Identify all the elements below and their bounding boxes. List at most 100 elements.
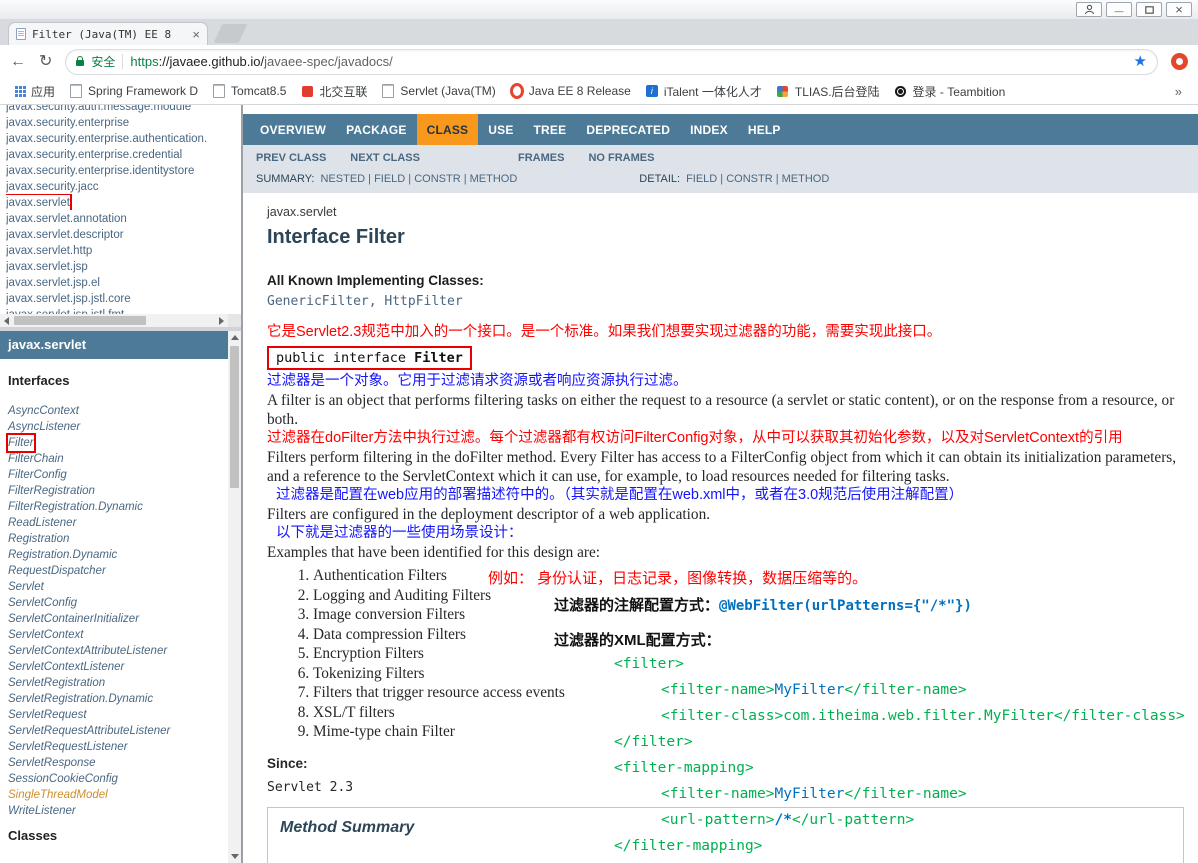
bookmark-item[interactable]: iTalent 一体化人才	[638, 80, 769, 103]
interface-link[interactable]: FilterRegistration	[8, 483, 95, 499]
interface-link[interactable]: ServletRequest	[8, 707, 87, 723]
interface-link[interactable]: ServletRequestListener	[8, 739, 128, 755]
xml-code-line: <filter>	[614, 656, 684, 672]
xml-code-line: <filter-name>MyFilter</filter-name>	[661, 786, 967, 802]
vertical-scrollbar[interactable]	[228, 331, 241, 863]
blue-annotation-3: 以下就是过滤器的一些使用场景设计：	[276, 525, 523, 541]
implementing-classes-links[interactable]: GenericFilter, HttpFilter	[267, 294, 1184, 309]
package-link[interactable]: javax.servlet.jsp.el	[6, 275, 100, 290]
interface-link[interactable]: ServletContextListener	[8, 659, 124, 675]
scroll-track[interactable]	[228, 344, 241, 850]
scroll-right-button[interactable]	[215, 314, 228, 327]
refresh-button[interactable]	[39, 54, 52, 70]
extension-button[interactable]	[1171, 53, 1188, 70]
interface-link[interactable]: SingleThreadModel	[8, 787, 108, 803]
interface-link[interactable]: Filter	[6, 433, 36, 453]
topnav-item[interactable]: INDEX	[680, 114, 738, 145]
package-link[interactable]: javax.servlet.annotation	[6, 211, 127, 226]
topnav-item[interactable]: HELP	[738, 114, 791, 145]
package-link[interactable]: javax.servlet.http	[6, 243, 92, 258]
interface-link[interactable]: ServletContext	[8, 627, 83, 643]
minimize-button[interactable]	[1106, 2, 1132, 17]
maximize-button[interactable]	[1136, 2, 1162, 17]
interface-link[interactable]: Registration	[8, 531, 69, 547]
bookmark-item[interactable]: Java EE 8 Release	[503, 80, 638, 103]
interface-link[interactable]: Registration.Dynamic	[8, 547, 117, 563]
package-link[interactable]: javax.security.enterprise.credential	[6, 147, 182, 162]
frames-link[interactable]: FRAMES	[518, 152, 564, 164]
horizontal-scrollbar[interactable]	[0, 314, 228, 327]
package-link[interactable]: javax.servlet.descriptor	[6, 227, 124, 242]
package-link[interactable]: javax.security.enterprise.authentication…	[6, 131, 207, 146]
topnav-item[interactable]: CLASS	[416, 114, 479, 145]
interface-link[interactable]: ServletRegistration.Dynamic	[8, 691, 153, 707]
interface-link[interactable]: AsyncListener	[8, 419, 80, 435]
back-button[interactable]	[10, 54, 26, 70]
package-link[interactable]: javax.servlet.jsp.jstl.core	[6, 291, 131, 306]
package-list: javax.security.auth.message.module javax…	[0, 105, 241, 322]
bookmark-item[interactable]: Spring Framework D	[62, 80, 205, 103]
new-tab-button[interactable]	[213, 24, 248, 43]
topnav-item[interactable]: USE	[478, 114, 523, 145]
bookmark-item[interactable]: 登录 - Teambition	[887, 80, 1013, 103]
scroll-thumb[interactable]	[230, 346, 239, 488]
frames-links: FRAMES NO FRAMES	[518, 152, 654, 164]
interface-link[interactable]: FilterRegistration.Dynamic	[8, 499, 143, 515]
package-row: javax.security.enterprise	[6, 114, 241, 130]
interface-link[interactable]: Servlet	[8, 579, 44, 595]
next-class-link[interactable]: NEXT CLASS	[350, 152, 420, 164]
interface-link[interactable]: ServletConfig	[8, 595, 77, 611]
scroll-thumb[interactable]	[14, 316, 146, 325]
interface-link[interactable]: FilterConfig	[8, 467, 67, 483]
interface-link[interactable]: RequestDispatcher	[8, 563, 106, 579]
scroll-left-button[interactable]	[0, 314, 13, 327]
prev-class-link[interactable]: PREV CLASS	[256, 152, 326, 164]
page-icon	[69, 84, 83, 98]
package-row: javax.servlet.jsp.el	[6, 274, 241, 290]
interface-link[interactable]: WriteListener	[8, 803, 76, 819]
interface-link[interactable]: ServletResponse	[8, 755, 96, 771]
interface-link[interactable]: ServletContextAttributeListener	[8, 643, 167, 659]
interface-row: SingleThreadModel	[6, 786, 225, 802]
topnav-item[interactable]: TREE	[524, 114, 577, 145]
interface-link[interactable]: ReadListener	[8, 515, 76, 531]
package-link[interactable]: javax.security.enterprise	[6, 115, 129, 130]
package-link[interactable]: javax.security.enterprise.identitystore	[6, 163, 194, 178]
profile-button[interactable]	[1076, 2, 1102, 17]
interface-link[interactable]: ServletRegistration	[8, 675, 105, 691]
topnav-item[interactable]: DEPRECATED	[576, 114, 680, 145]
interface-link[interactable]: ServletContainerInitializer	[8, 611, 139, 627]
xml-code-line: <filter-class>com.itheima.web.filter.MyF…	[661, 708, 1185, 724]
package-link[interactable]: javax.security.auth.message.module	[6, 105, 191, 114]
interface-link[interactable]: FilterChain	[8, 451, 64, 467]
package-title-link[interactable]: javax.servlet	[8, 337, 86, 352]
interface-link[interactable]: SessionCookieConfig	[8, 771, 118, 787]
bookmarks-overflow-button[interactable]: »	[1167, 84, 1190, 99]
package-link[interactable]: javax.servlet	[6, 194, 72, 210]
interface-row: FilterConfig	[6, 466, 225, 482]
package-link[interactable]: javax.servlet.jsp	[6, 259, 88, 274]
address-bar[interactable]: 安全 https://javaee.github.io/javaee-spec/…	[65, 48, 1158, 75]
browser-tab[interactable]: Filter (Java(TM) EE 8	[8, 22, 208, 45]
apps-shortcut[interactable]: 应用	[8, 80, 62, 103]
close-button[interactable]	[1166, 2, 1192, 17]
scroll-down-button[interactable]	[228, 850, 241, 863]
interface-link[interactable]: ServletRequestAttributeListener	[8, 723, 170, 739]
summary-links[interactable]: NESTED | FIELD | CONSTR | METHOD	[320, 173, 517, 185]
scroll-track[interactable]	[13, 314, 215, 327]
bookmark-item[interactable]: Tomcat8.5	[205, 80, 293, 103]
bookmark-label: Java EE 8 Release	[528, 84, 631, 98]
topnav-item[interactable]: PACKAGE	[336, 114, 417, 145]
detail-links[interactable]: FIELD | CONSTR | METHOD	[686, 173, 829, 185]
bookmark-item[interactable]: TLIAS.后台登陆	[769, 80, 887, 103]
package-link[interactable]: javax.security.jacc	[6, 179, 98, 194]
scroll-up-button[interactable]	[228, 331, 241, 344]
bookmark-item[interactable]: 北交互联	[293, 80, 374, 103]
tab-close-button[interactable]	[192, 28, 200, 41]
topnav-item[interactable]: OVERVIEW	[250, 114, 336, 145]
bookmark-star-button[interactable]	[1134, 54, 1147, 69]
bookmark-item[interactable]: Servlet (Java(TM)	[374, 80, 502, 103]
interface-link[interactable]: AsyncContext	[8, 403, 79, 419]
apps-label: 应用	[31, 84, 56, 99]
no-frames-link[interactable]: NO FRAMES	[588, 152, 654, 164]
